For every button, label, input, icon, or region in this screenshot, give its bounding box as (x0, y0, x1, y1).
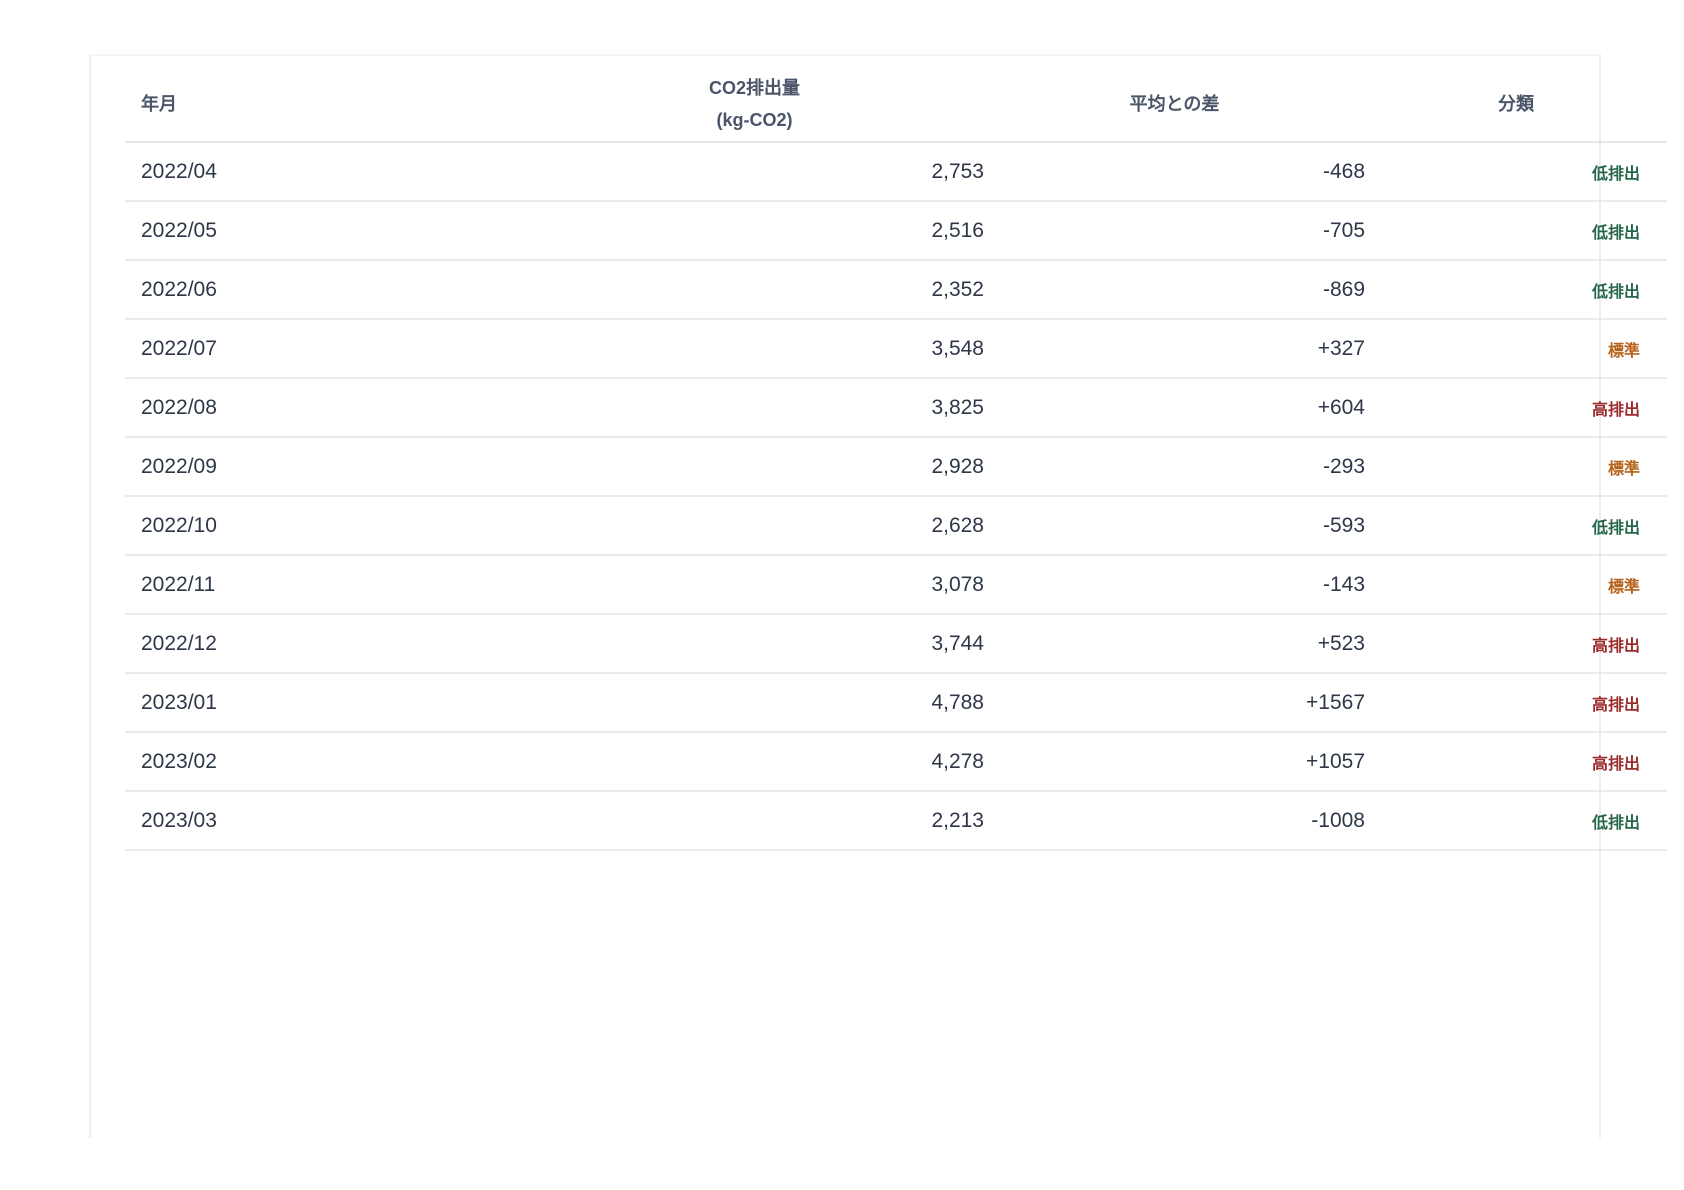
cell-co2: 4,278 (525, 732, 984, 792)
cell-diff: -293 (984, 437, 1365, 497)
table-row: 2022/04 2,753 -468 低排出 (125, 142, 1667, 202)
cell-month: 2023/03 (125, 791, 525, 851)
cell-diff: -468 (984, 142, 1365, 202)
header-diff: 平均との差 (984, 66, 1365, 143)
cell-category: 高排出 (1365, 614, 1667, 674)
header-row: 年月 CO2排出量 (kg-CO2) 平均との差 分類 (125, 66, 1667, 143)
table-row: 2022/05 2,516 -705 低排出 (125, 201, 1667, 261)
cell-category: 低排出 (1365, 260, 1667, 320)
cell-co2: 3,744 (525, 614, 984, 674)
cell-category: 低排出 (1365, 791, 1667, 851)
table-row: 2022/09 2,928 -293 標準 (125, 437, 1667, 497)
header-co2: CO2排出量 (kg-CO2) (525, 66, 984, 143)
emissions-table: 年月 CO2排出量 (kg-CO2) 平均との差 分類 2022/04 2,753… (125, 66, 1667, 851)
cell-category: 低排出 (1365, 496, 1667, 556)
cell-co2: 2,753 (525, 142, 984, 202)
cell-co2: 2,628 (525, 496, 984, 556)
cell-month: 2022/04 (125, 142, 525, 202)
cell-month: 2022/09 (125, 437, 525, 497)
cell-co2: 3,825 (525, 378, 984, 438)
emissions-card: 年月 CO2排出量 (kg-CO2) 平均との差 分類 2022/04 2,753… (89, 54, 1667, 1138)
cell-month: 2022/06 (125, 260, 525, 320)
table-row: 2022/12 3,744 +523 高排出 (125, 614, 1667, 674)
cell-category: 高排出 (1365, 732, 1667, 792)
cell-month: 2022/12 (125, 614, 525, 674)
table-row: 2022/07 3,548 +327 標準 (125, 319, 1667, 379)
cell-co2: 3,548 (525, 319, 984, 379)
cell-category: 低排出 (1365, 201, 1667, 261)
cell-month: 2022/10 (125, 496, 525, 556)
header-co2-unit: (kg-CO2) (716, 109, 793, 130)
table-body: 2022/04 2,753 -468 低排出 2022/05 2,516 -705 低排出 20… (125, 142, 1667, 851)
cell-diff: +523 (984, 614, 1365, 674)
cell-month: 2023/02 (125, 732, 525, 792)
cell-co2: 2,213 (525, 791, 984, 851)
cell-diff: +327 (984, 319, 1365, 379)
cell-co2: 2,352 (525, 260, 984, 320)
cell-diff: -705 (984, 201, 1365, 261)
cell-diff: +1567 (984, 673, 1365, 733)
cell-month: 2022/08 (125, 378, 525, 438)
cell-co2: 4,788 (525, 673, 984, 733)
table-row: 2022/06 2,352 -869 低排出 (125, 260, 1667, 320)
table-header: 年月 CO2排出量 (kg-CO2) 平均との差 分類 (125, 66, 1667, 143)
table-row: 2022/11 3,078 -143 標準 (125, 555, 1667, 615)
table-row: 2023/02 4,278 +1057 高排出 (125, 732, 1667, 792)
cell-diff: -869 (984, 260, 1365, 320)
cell-category: 標準 (1365, 437, 1667, 497)
header-category: 分類 (1365, 66, 1667, 143)
cell-diff: +1057 (984, 732, 1365, 792)
cell-diff: -143 (984, 555, 1365, 615)
table-row: 2023/03 2,213 -1008 低排出 (125, 791, 1667, 851)
table-row: 2022/08 3,825 +604 高排出 (125, 378, 1667, 438)
cell-month: 2022/11 (125, 555, 525, 615)
cell-month: 2022/05 (125, 201, 525, 261)
cell-diff: -1008 (984, 791, 1365, 851)
cell-co2: 3,078 (525, 555, 984, 615)
cell-category: 高排出 (1365, 673, 1667, 733)
header-month: 年月 (125, 66, 525, 143)
table-row: 2023/01 4,788 +1567 高排出 (125, 673, 1667, 733)
cell-month: 2023/01 (125, 673, 525, 733)
cell-diff: +604 (984, 378, 1365, 438)
table-row: 2022/10 2,628 -593 低排出 (125, 496, 1667, 556)
cell-category: 標準 (1365, 319, 1667, 379)
cell-co2: 2,516 (525, 201, 984, 261)
cell-category: 高排出 (1365, 378, 1667, 438)
cell-category: 標準 (1365, 555, 1667, 615)
cell-month: 2022/07 (125, 319, 525, 379)
header-co2-label: CO2排出量 (708, 77, 800, 98)
cell-diff: -593 (984, 496, 1365, 556)
cell-category: 低排出 (1365, 142, 1667, 202)
cell-co2: 2,928 (525, 437, 984, 497)
